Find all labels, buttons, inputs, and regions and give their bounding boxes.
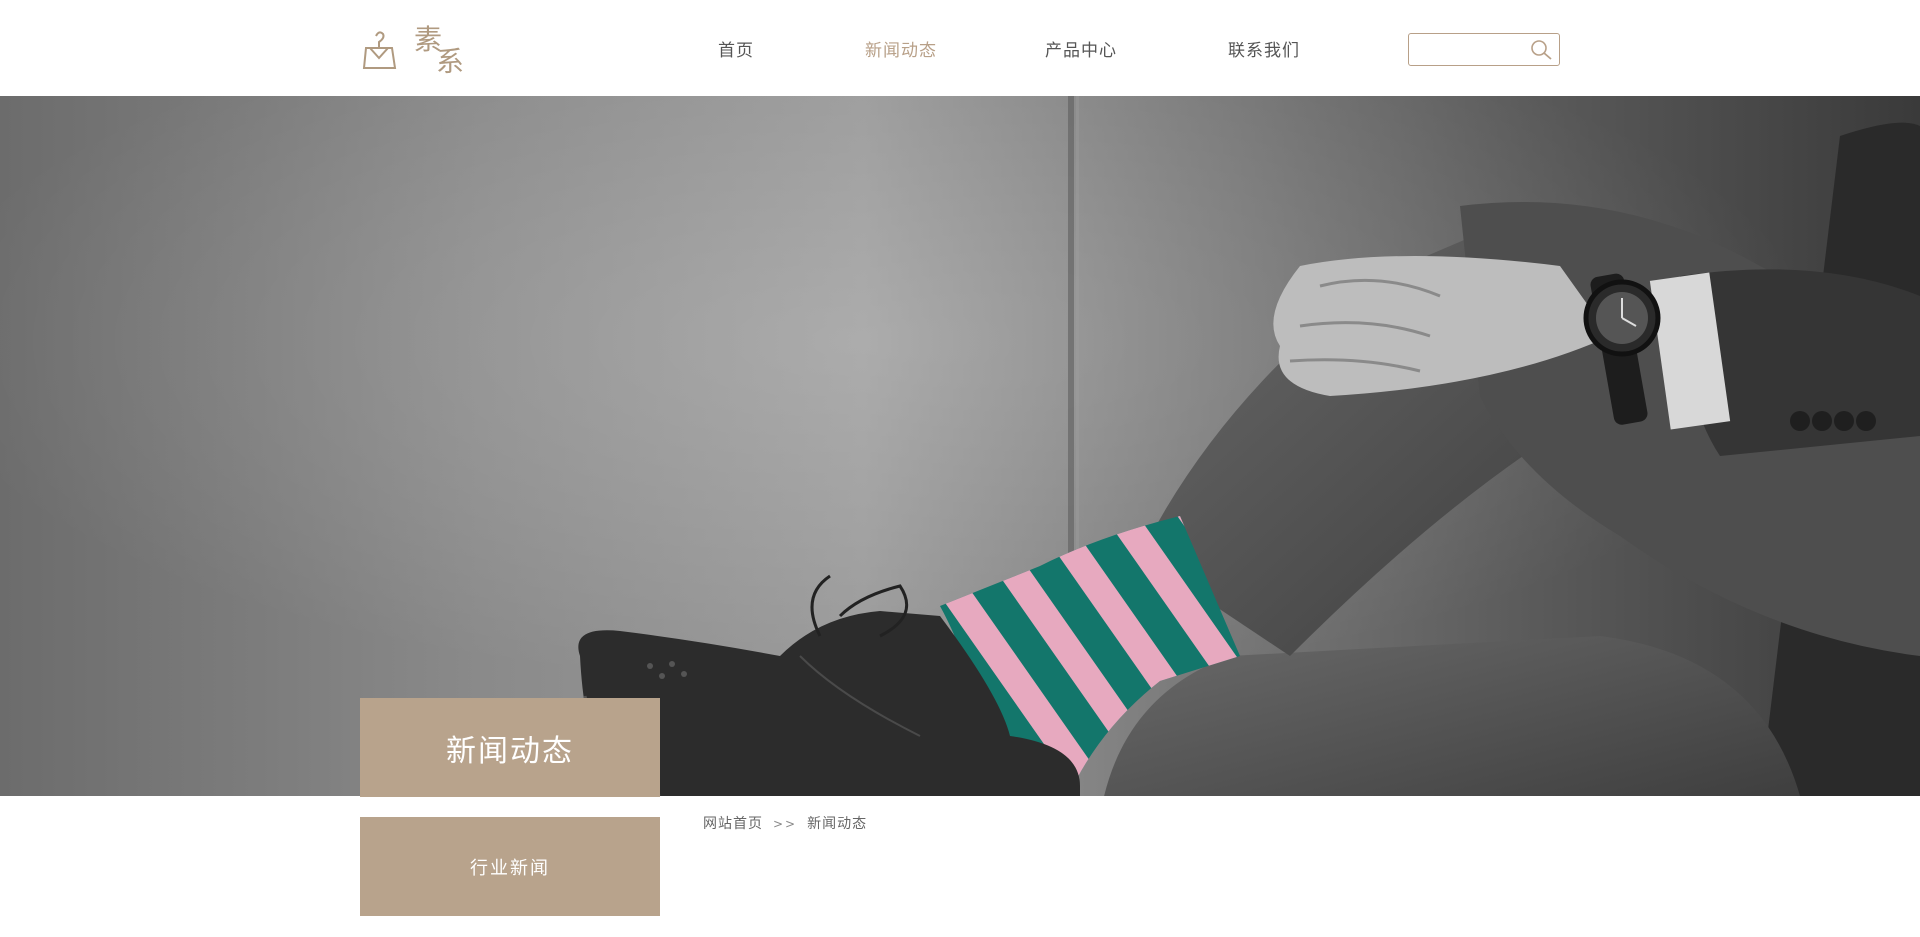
site-logo[interactable]: 素 系 bbox=[360, 24, 470, 78]
site-header: 素 系 首页 新闻动态 产品中心 联系我们 bbox=[0, 0, 1920, 96]
hero-banner bbox=[0, 96, 1920, 796]
logo-char-2: 系 bbox=[436, 45, 465, 78]
breadcrumb: 网站首页 >> 新闻动态 bbox=[703, 813, 867, 833]
banner-image bbox=[0, 96, 1920, 796]
breadcrumb-separator: >> bbox=[773, 817, 798, 831]
breadcrumb-current: 新闻动态 bbox=[807, 816, 868, 832]
sidebar-item-industry-news[interactable]: 行业新闻 bbox=[360, 817, 660, 916]
breadcrumb-home-link[interactable]: 网站首页 bbox=[703, 816, 763, 832]
nav-item-contact[interactable]: 联系我们 bbox=[1228, 36, 1300, 61]
hanger-bag-icon bbox=[362, 31, 397, 69]
search-box bbox=[1408, 33, 1560, 66]
nav-item-news[interactable]: 新闻动态 bbox=[865, 36, 937, 61]
nav-item-home[interactable]: 首页 bbox=[718, 36, 754, 61]
sidebar-item-label: 行业新闻 bbox=[470, 857, 550, 879]
nav-item-products[interactable]: 产品中心 bbox=[1045, 36, 1117, 61]
search-input[interactable] bbox=[1413, 37, 1525, 62]
search-icon[interactable] bbox=[1529, 39, 1553, 61]
banner-title-box: 新闻动态 bbox=[360, 698, 660, 797]
banner-title: 新闻动态 bbox=[446, 733, 574, 769]
